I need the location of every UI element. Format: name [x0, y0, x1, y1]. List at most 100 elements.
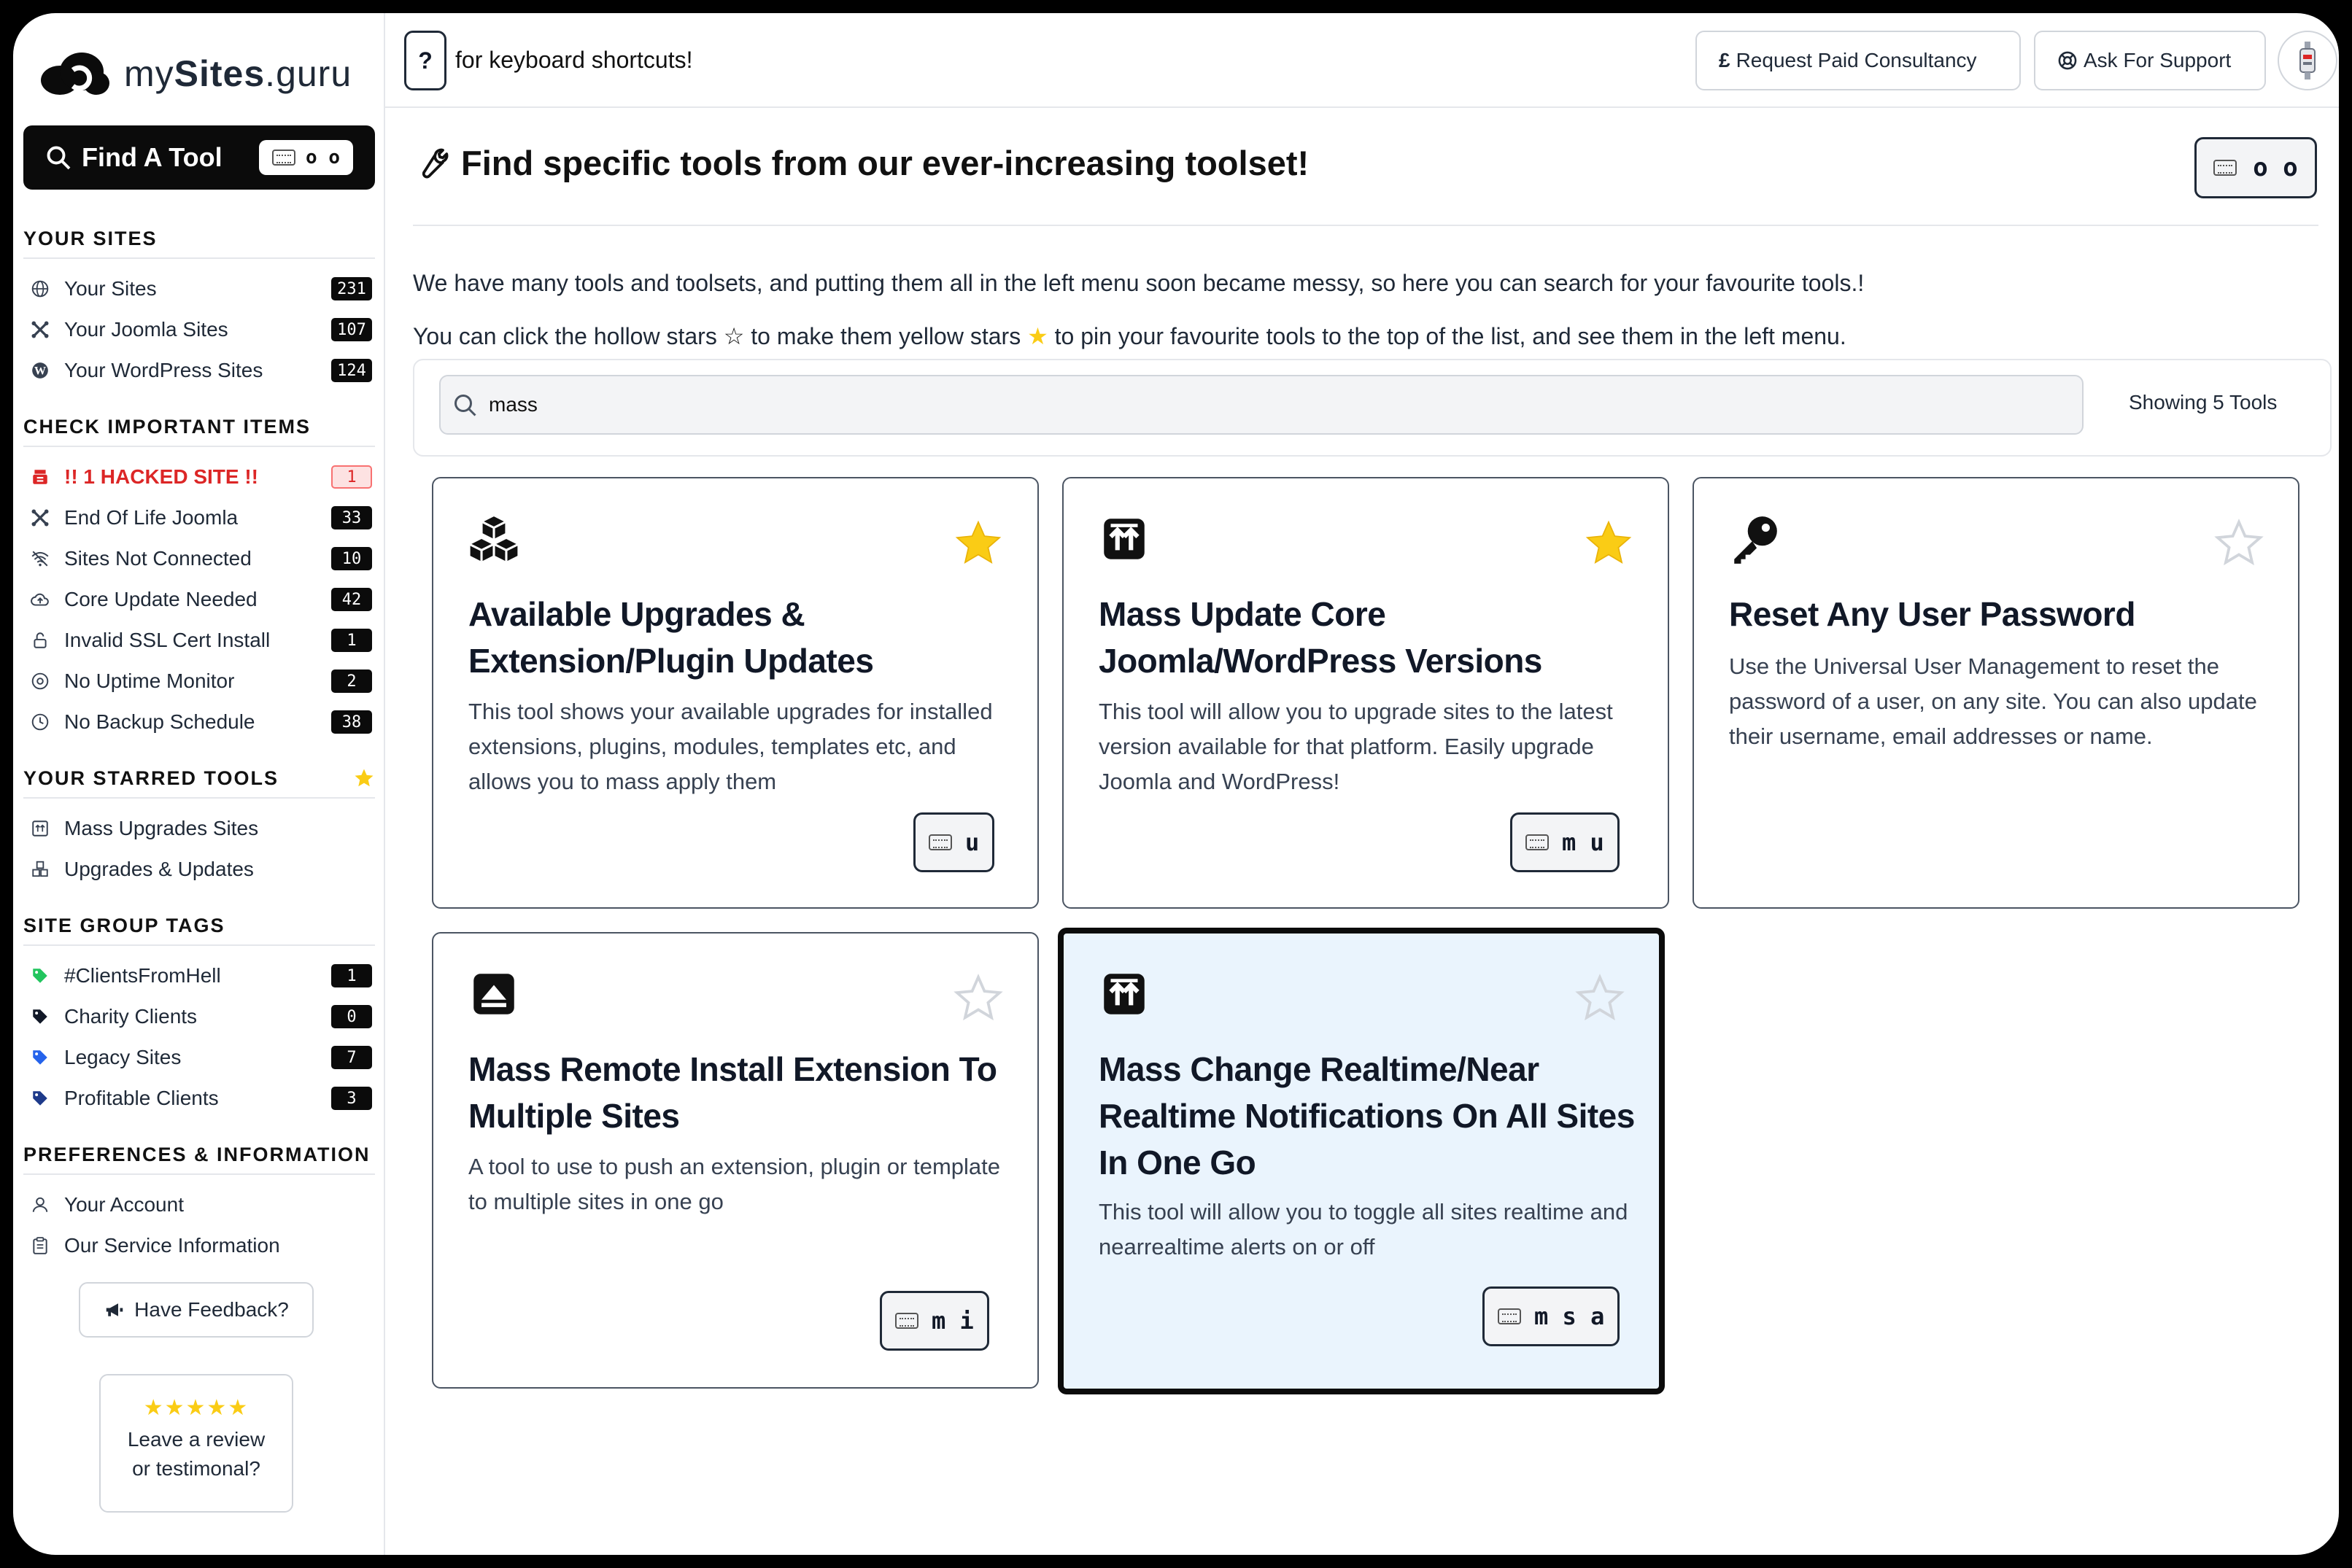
- sidebar-item-no-backup-schedule[interactable]: No Backup Schedule 38: [29, 705, 378, 740]
- star-outline-icon[interactable]: [2213, 518, 2264, 569]
- clipboard-icon: [29, 1235, 51, 1257]
- keyboard-icon: [272, 150, 296, 166]
- keyboard-icon: [1525, 834, 1549, 850]
- app-window: mySites.guru Find A Tool o o YOUR SITES …: [13, 13, 2339, 1555]
- sidebar-item-label: Charity Clients: [64, 1005, 198, 1028]
- keyboard-shortcuts-hint: for keyboard shortcuts!: [455, 47, 693, 73]
- sidebar-item-label: Sites Not Connected: [64, 547, 252, 570]
- card-description: A tool to use to push an extension, plug…: [468, 1154, 1000, 1214]
- card-shortcut-badge[interactable]: u: [913, 812, 995, 872]
- sidebar-item-joomla-sites[interactable]: Your Joomla Sites 107: [29, 312, 378, 347]
- search-icon: [47, 146, 71, 170]
- search-input[interactable]: [439, 375, 2084, 435]
- sidebar-item-sites-not-connected[interactable]: Sites Not Connected 10: [29, 541, 378, 576]
- sidebar-item-upgrades-updates[interactable]: Upgrades & Updates: [29, 852, 378, 887]
- globe-icon: [29, 278, 51, 300]
- cubes-icon: [469, 516, 519, 562]
- wifi-off-icon: [29, 548, 51, 570]
- sidebar-item-end-of-life-joomla[interactable]: End Of Life Joomla 33: [29, 500, 378, 535]
- hollow-star-icon: ☆: [723, 323, 745, 349]
- sidebar-item-label: No Backup Schedule: [64, 710, 255, 733]
- sidebar-item-label: Upgrades & Updates: [64, 858, 254, 880]
- sidebar-item-tag-profitable-clients[interactable]: Profitable Clients 3: [29, 1081, 378, 1116]
- keyboard-icon: [929, 834, 952, 850]
- star-outline-icon[interactable]: [1574, 973, 1625, 1024]
- sidebar-item-tag-clients-from-hell[interactable]: #ClientsFromHell 1: [29, 958, 378, 993]
- count-badge: 1: [331, 629, 372, 652]
- sidebar-item-label: Core Update Needed: [64, 588, 258, 610]
- upload-arrows-icon: [1104, 974, 1145, 1014]
- count-badge: 124: [331, 359, 372, 382]
- biohazard-icon: [29, 466, 51, 488]
- keyboard-icon: [2213, 160, 2237, 176]
- sidebar-item-wordpress-sites[interactable]: W Your WordPress Sites 124: [29, 353, 378, 388]
- joomla-icon: [29, 319, 51, 341]
- star-outline-icon[interactable]: [953, 973, 1004, 1024]
- avatar-icon: [2299, 42, 2316, 79]
- title-shortcut-badge[interactable]: o o: [2194, 137, 2317, 198]
- sidebar-item-tag-charity-clients[interactable]: Charity Clients 0: [29, 999, 378, 1034]
- cloud-upload-icon: [29, 589, 51, 610]
- request-paid-consultancy-button[interactable]: £ Request Paid Consultancy: [1695, 31, 2021, 90]
- sidebar-item-service-information[interactable]: Our Service Information: [29, 1228, 378, 1263]
- section-title-your-sites: YOUR SITES: [23, 228, 375, 259]
- card-description: Use the Universal User Management to res…: [1729, 653, 2257, 749]
- sidebar-item-hacked-site[interactable]: !! 1 HACKED SITE !! 1: [29, 459, 378, 494]
- tool-card-mass-change-notifications[interactable]: Mass Change Realtime/Near Realtime Notif…: [1058, 928, 1665, 1394]
- eject-icon: [473, 974, 514, 1014]
- sidebar: mySites.guru Find A Tool o o YOUR SITES …: [13, 13, 385, 1555]
- sidebar-item-core-update-needed[interactable]: Core Update Needed 42: [29, 582, 378, 617]
- card-description: This tool will allow you to upgrade site…: [1099, 699, 1613, 794]
- star-filled-icon[interactable]: [953, 518, 1004, 569]
- sidebar-item-your-sites[interactable]: Your Sites 231: [29, 271, 378, 306]
- cloud-logo-icon: [41, 53, 109, 95]
- card-shortcut-badge[interactable]: m u: [1510, 812, 1620, 872]
- have-feedback-label: Have Feedback?: [134, 1298, 289, 1321]
- have-feedback-button[interactable]: Have Feedback?: [79, 1282, 314, 1338]
- intro-text-2b: to make them yellow stars: [751, 323, 1021, 349]
- card-title: Mass Change Realtime/Near Realtime Notif…: [1099, 1050, 1635, 1181]
- sidebar-item-label: No Uptime Monitor: [64, 669, 235, 692]
- sidebar-item-label: Your Sites: [64, 277, 157, 300]
- count-badge: 10: [331, 547, 372, 570]
- tag-icon: [29, 1006, 51, 1028]
- joomla-icon: [29, 507, 51, 529]
- sidebar-item-your-account[interactable]: Your Account: [29, 1187, 378, 1222]
- keyboard-shortcuts-key[interactable]: ?: [404, 31, 446, 90]
- tag-icon: [29, 1087, 51, 1109]
- clock-icon: [29, 711, 51, 733]
- card-shortcut-badge[interactable]: m i: [880, 1291, 989, 1351]
- tool-card-available-upgrades[interactable]: Available Upgrades & Extension/Plugin Up…: [432, 477, 1039, 909]
- tool-card-mass-remote-install[interactable]: Mass Remote Install Extension To Multipl…: [432, 932, 1039, 1389]
- tool-card-mass-update-core[interactable]: Mass Update Core Joomla/WordPress Versio…: [1062, 477, 1669, 909]
- card-shortcut-badge[interactable]: m s a: [1482, 1286, 1620, 1346]
- sidebar-item-invalid-ssl[interactable]: Invalid SSL Cert Install 1: [29, 623, 378, 658]
- sidebar-item-label: #ClientsFromHell: [64, 964, 221, 987]
- sidebar-item-label: !! 1 HACKED SITE !!: [64, 465, 258, 488]
- find-a-tool-button[interactable]: Find A Tool o o: [23, 125, 375, 190]
- keyboard-icon: [1498, 1308, 1521, 1324]
- tool-card-reset-user-password[interactable]: Reset Any User Password Use the Universa…: [1693, 477, 2299, 909]
- star-filled-icon: [355, 769, 374, 787]
- sidebar-item-label: End Of Life Joomla: [64, 506, 239, 529]
- section-title-starred-tools: YOUR STARRED TOOLS: [23, 767, 375, 799]
- svg-text:W: W: [34, 364, 46, 377]
- review-testimonial-link[interactable]: ★★★★★ Leave a review or testimonal?: [99, 1374, 293, 1513]
- star-filled-icon[interactable]: [1583, 518, 1634, 569]
- sidebar-item-label: Our Service Information: [64, 1234, 280, 1257]
- user-avatar[interactable]: [2278, 31, 2337, 90]
- logo[interactable]: mySites.guru: [38, 34, 352, 114]
- title-divider: [413, 225, 2318, 226]
- sidebar-item-no-uptime-monitor[interactable]: No Uptime Monitor 2: [29, 664, 378, 699]
- sidebar-item-tag-legacy-sites[interactable]: Legacy Sites 7: [29, 1040, 378, 1075]
- count-badge: 38: [331, 710, 372, 734]
- section-title-preferences: PREFERENCES & INFORMATION: [23, 1144, 375, 1175]
- sidebar-item-mass-upgrades-sites[interactable]: Mass Upgrades Sites: [29, 811, 378, 846]
- count-badge: 107: [331, 318, 372, 341]
- unlock-icon: [29, 629, 51, 651]
- top-bar: ? for keyboard shortcuts! £ Request Paid…: [385, 13, 2339, 108]
- ask-for-support-button[interactable]: Ask For Support: [2034, 31, 2266, 90]
- shortcut-keys: m s a: [1534, 1303, 1605, 1330]
- count-badge: 3: [331, 1087, 372, 1110]
- megaphone-icon: [106, 1303, 123, 1316]
